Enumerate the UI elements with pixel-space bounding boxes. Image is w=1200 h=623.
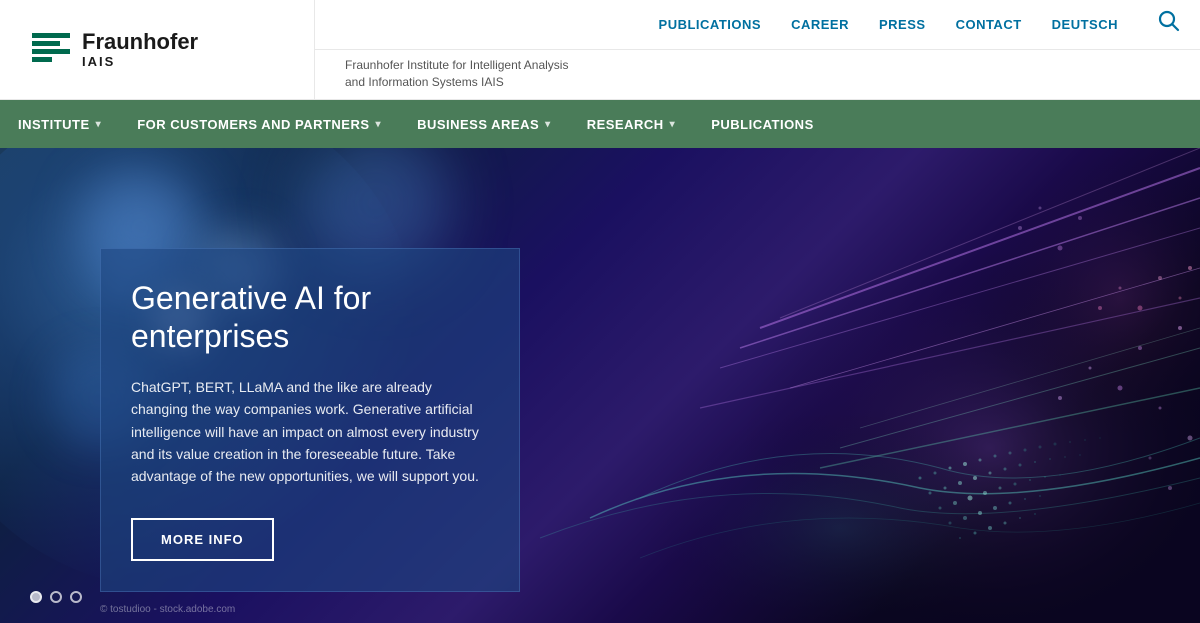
- top-navigation: PUBLICATIONS CAREER PRESS CONTACT DEUTSC…: [315, 0, 1200, 50]
- chevron-down-icon: ▾: [545, 119, 551, 130]
- slide-dot-3[interactable]: [70, 591, 82, 603]
- tagline-section: Fraunhofer Institute for Intelligent Ana…: [315, 50, 1200, 100]
- main-nav-research[interactable]: RESEARCH ▾: [569, 100, 694, 148]
- main-nav-publications-label: PUBLICATIONS: [711, 117, 814, 132]
- slide-dot-1[interactable]: [30, 591, 42, 603]
- main-nav-institute-label: INSTITUTE: [18, 117, 90, 132]
- nav-deutsch[interactable]: DEUTSCH: [1052, 17, 1118, 32]
- chevron-down-icon: ▾: [376, 119, 382, 130]
- main-nav-research-label: RESEARCH: [587, 117, 664, 132]
- more-info-button[interactable]: MORE INFO: [131, 518, 274, 561]
- fiber-optic-visualization: [440, 148, 1200, 623]
- nav-career[interactable]: CAREER: [791, 17, 849, 32]
- chevron-down-icon: ▾: [96, 119, 102, 130]
- hero-title: Generative AI for enterprises: [131, 279, 489, 356]
- hero-description: ChatGPT, BERT, LLaMA and the like are al…: [131, 376, 489, 488]
- logo-name: Fraunhofer: [82, 30, 198, 54]
- slide-dot-2[interactable]: [50, 591, 62, 603]
- top-header: Fraunhofer IAIS PUBLICATIONS CAREER PRES…: [0, 0, 1200, 100]
- fraunhofer-logo-icon: [30, 29, 72, 71]
- main-nav-customers[interactable]: FOR CUSTOMERS AND PARTNERS ▾: [119, 100, 399, 148]
- nav-publications[interactable]: PUBLICATIONS: [659, 17, 762, 32]
- hero-section: Generative AI for enterprises ChatGPT, B…: [0, 148, 1200, 623]
- main-nav-business[interactable]: BUSINESS AREAS ▾: [399, 100, 569, 148]
- logo-iais: IAIS: [82, 54, 198, 69]
- nav-contact[interactable]: CONTACT: [956, 17, 1022, 32]
- slide-indicators: [30, 591, 82, 603]
- nav-press[interactable]: PRESS: [879, 17, 926, 32]
- logo-section: Fraunhofer IAIS: [0, 0, 315, 99]
- main-nav-institute[interactable]: INSTITUTE ▾: [0, 100, 119, 148]
- logo-text: Fraunhofer IAIS: [82, 30, 198, 69]
- chevron-down-icon: ▾: [670, 119, 676, 130]
- institute-tagline: Fraunhofer Institute for Intelligent Ana…: [345, 57, 568, 91]
- main-nav-publications[interactable]: PUBLICATIONS: [693, 100, 832, 148]
- hero-content-card: Generative AI for enterprises ChatGPT, B…: [100, 248, 520, 592]
- header-right: PUBLICATIONS CAREER PRESS CONTACT DEUTSC…: [315, 0, 1200, 99]
- main-nav-business-label: BUSINESS AREAS: [417, 117, 539, 132]
- search-icon[interactable]: [1158, 10, 1180, 38]
- main-navigation: INSTITUTE ▾ FOR CUSTOMERS AND PARTNERS ▾…: [0, 100, 1200, 148]
- hero-copyright: © tostudioo - stock.adobe.com: [100, 604, 235, 615]
- main-nav-customers-label: FOR CUSTOMERS AND PARTNERS: [137, 117, 369, 132]
